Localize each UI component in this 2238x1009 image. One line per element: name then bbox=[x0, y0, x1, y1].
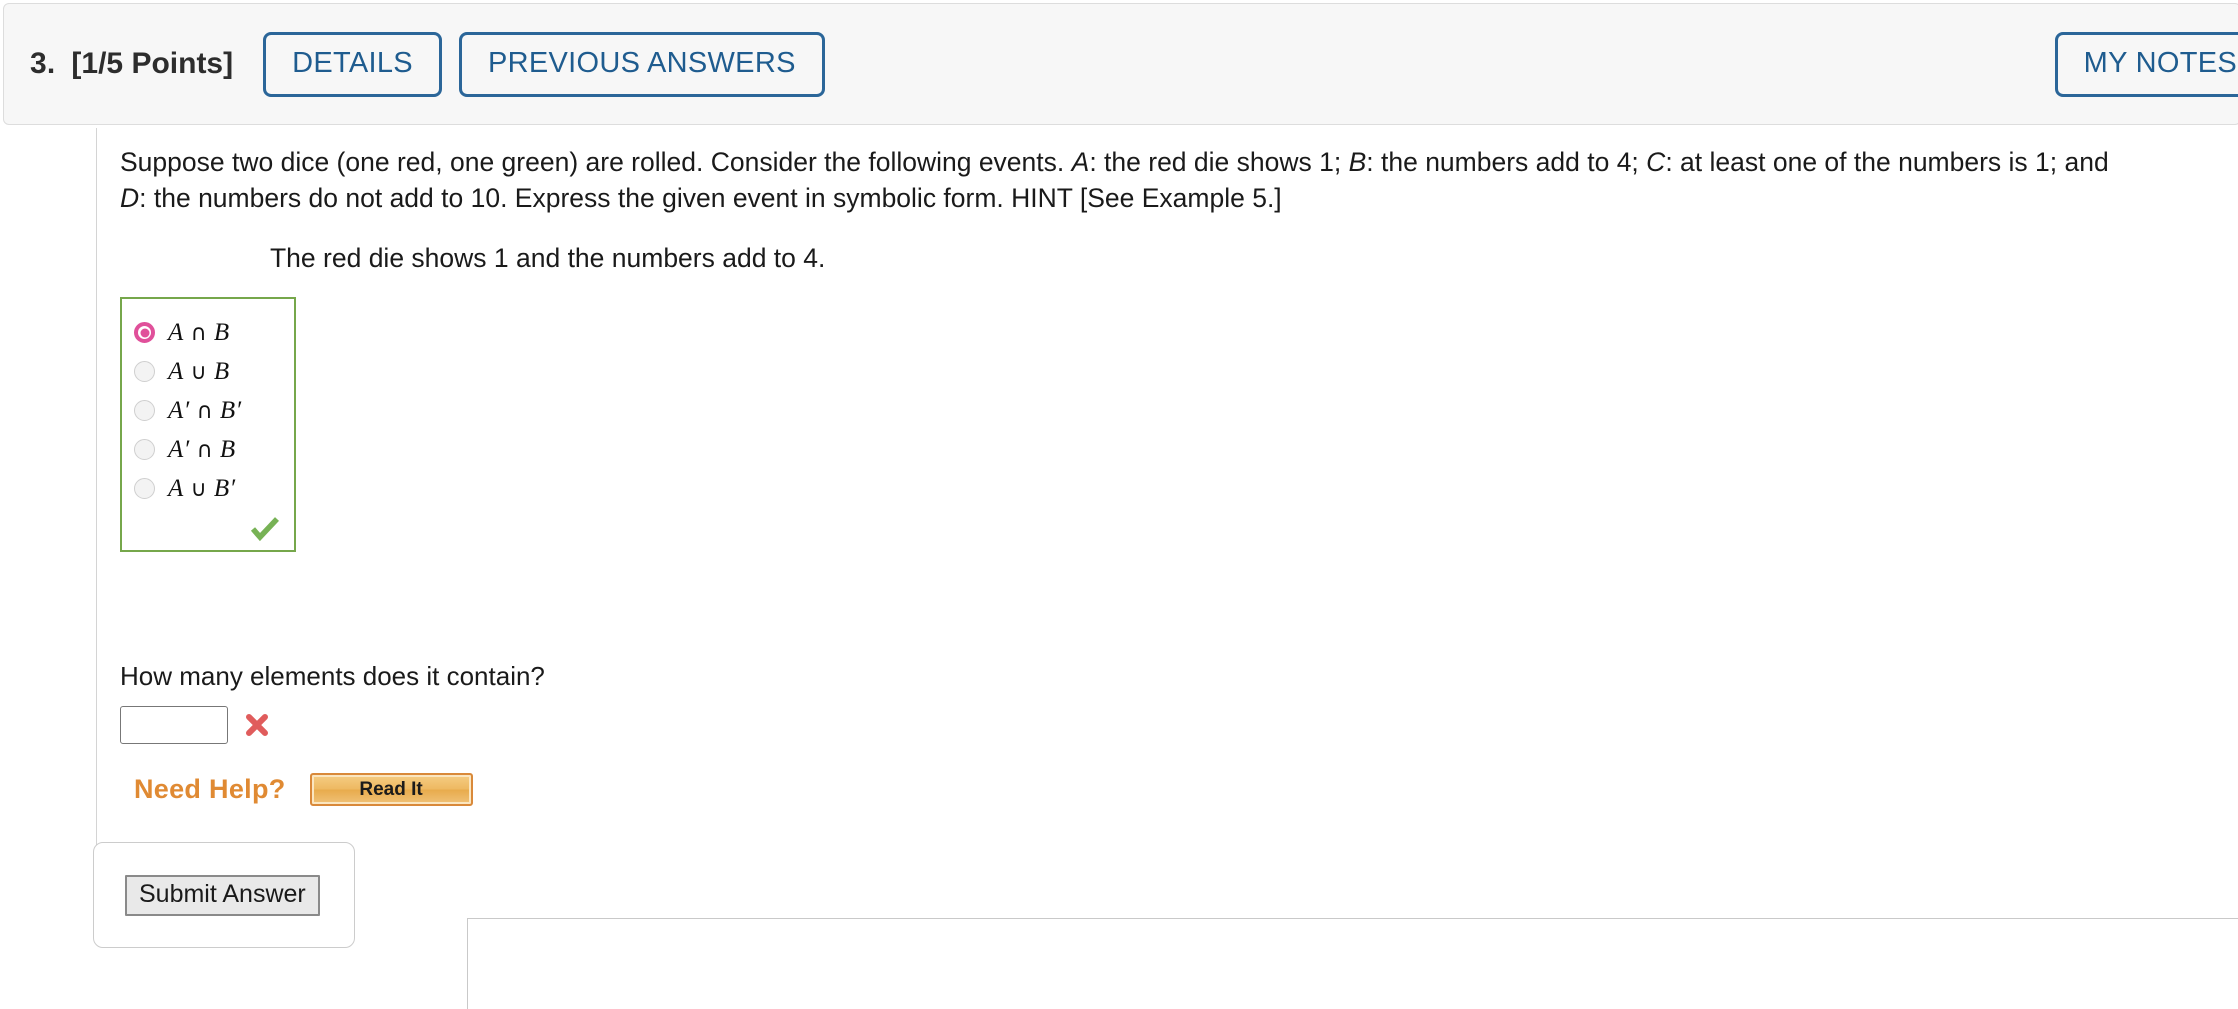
previous-answers-button[interactable]: PREVIOUS ANSWERS bbox=[458, 31, 825, 97]
radio-button-4[interactable] bbox=[134, 439, 155, 460]
need-help-row: Need Help? Read It bbox=[134, 773, 473, 806]
event-var-a: A bbox=[1071, 147, 1090, 177]
elements-answer-input[interactable] bbox=[120, 706, 228, 744]
choice-option-3[interactable]: A′ ∩ B′ bbox=[122, 391, 294, 430]
elements-question-label: How many elements does it contain? bbox=[120, 661, 545, 691]
question-header: 3. [1/5 Points] DETAILS PREVIOUS ANSWERS… bbox=[3, 3, 2238, 125]
choice-label-4: A′ ∩ B bbox=[168, 436, 236, 464]
choice-3-operator: ∩ bbox=[196, 398, 214, 424]
event-var-b: B bbox=[1348, 147, 1367, 177]
submit-answer-button[interactable]: Submit Answer bbox=[125, 875, 320, 916]
choice-3-set1: A′ bbox=[168, 396, 190, 424]
choice-option-5[interactable]: A ∪ B′ bbox=[122, 469, 294, 508]
prompt-text-4: : at least one of the numbers is 1; and bbox=[1665, 147, 2109, 177]
event-var-c: C bbox=[1646, 147, 1666, 177]
choices-status-row bbox=[122, 508, 294, 544]
choice-option-2[interactable]: A ∪ B bbox=[122, 352, 294, 391]
choice-option-1[interactable]: A ∩ B bbox=[122, 313, 294, 352]
choice-1-set2: B bbox=[213, 318, 230, 346]
choice-label-2: A ∪ B bbox=[168, 358, 230, 386]
sub-prompt: The red die shows 1 and the numbers add … bbox=[270, 243, 826, 273]
choice-2-operator: ∪ bbox=[190, 359, 208, 385]
question-content: Suppose two dice (one red, one green) ar… bbox=[93, 128, 2238, 1009]
choice-1-set1: A bbox=[168, 318, 184, 346]
my-notes-button[interactable]: MY NOTES bbox=[2054, 31, 2238, 97]
read-it-button[interactable]: Read It bbox=[309, 773, 473, 806]
choice-label-1: A ∩ B bbox=[168, 319, 230, 347]
choice-2-set2: B bbox=[213, 357, 230, 385]
prompt-text-5: : the numbers do not add to 10. Express … bbox=[139, 183, 1282, 213]
choice-5-set2: B′ bbox=[213, 474, 236, 502]
choice-3-set2: B′ bbox=[219, 396, 242, 424]
radio-button-3[interactable] bbox=[134, 400, 155, 421]
radio-button-5[interactable] bbox=[134, 478, 155, 499]
prompt-text-2: : the red die shows 1; bbox=[1089, 147, 1349, 177]
choice-option-4[interactable]: A′ ∩ B bbox=[122, 430, 294, 469]
choice-4-set1: A′ bbox=[168, 435, 190, 463]
choice-5-set1: A bbox=[168, 474, 184, 502]
need-help-label: Need Help? bbox=[134, 774, 286, 804]
red-x-icon bbox=[246, 714, 268, 736]
problem-statement: Suppose two dice (one red, one green) ar… bbox=[120, 144, 2130, 216]
choice-label-3: A′ ∩ B′ bbox=[168, 397, 242, 425]
left-rule bbox=[96, 128, 97, 945]
choice-5-operator: ∪ bbox=[190, 476, 208, 502]
prompt-text-3: : the numbers add to 4; bbox=[1366, 147, 1647, 177]
event-var-d: D bbox=[120, 183, 140, 213]
radio-button-1[interactable] bbox=[134, 322, 155, 343]
radio-button-2[interactable] bbox=[134, 361, 155, 382]
choice-4-set2: B bbox=[219, 435, 236, 463]
answer-choices-box: A ∩ B A ∪ B A′ ∩ B′ A′ ∩ B A ∪ B′ bbox=[120, 297, 296, 552]
question-body: Suppose two dice (one red, one green) ar… bbox=[0, 128, 2238, 1009]
prompt-text-1: Suppose two dice (one red, one green) ar… bbox=[120, 147, 1072, 177]
choice-2-set1: A bbox=[168, 357, 184, 385]
elements-answer-row bbox=[120, 706, 270, 744]
choice-1-operator: ∩ bbox=[190, 320, 208, 346]
submit-container: Submit Answer bbox=[93, 842, 355, 948]
green-check-icon bbox=[250, 517, 279, 542]
choice-4-operator: ∩ bbox=[196, 437, 214, 463]
question-number: 3. bbox=[30, 47, 56, 80]
choice-label-5: A ∪ B′ bbox=[168, 475, 236, 503]
details-button[interactable]: DETAILS bbox=[263, 31, 442, 97]
bottom-panel bbox=[467, 918, 2238, 1009]
points-badge: [1/5 Points] bbox=[71, 47, 234, 80]
